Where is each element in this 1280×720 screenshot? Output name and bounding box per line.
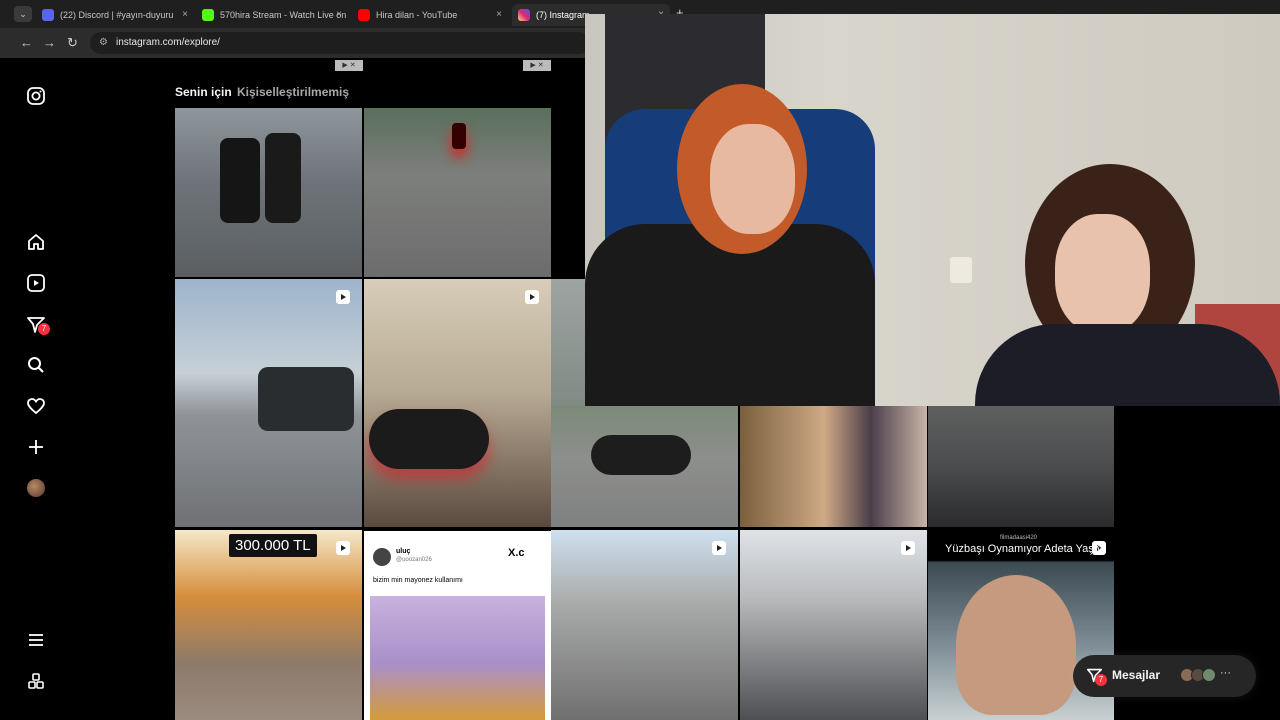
youtube-icon [358, 9, 370, 21]
reel-icon [336, 541, 350, 555]
tab-label: (7) Instagram [536, 10, 590, 20]
ad-badge[interactable]: ▶ ✕ [523, 60, 551, 71]
messages-label: Mesajlar [1112, 668, 1161, 682]
avatar [1202, 668, 1216, 682]
rider-image [265, 133, 301, 223]
reel-author: filmadaasi420 [1000, 535, 1038, 541]
motorcycle-image [369, 409, 489, 469]
url-text: instagram.com/explore/ [116, 37, 220, 48]
rider-image [452, 123, 466, 149]
post-tile-dress[interactable] [740, 405, 927, 527]
tweet-image [370, 596, 545, 720]
reels-icon[interactable] [26, 273, 46, 293]
profile-avatar[interactable] [27, 479, 45, 497]
tab-label: (22) Discord | #yayın-duyuru [60, 10, 174, 20]
wall-outlet-image [950, 257, 972, 283]
close-icon[interactable]: × [336, 4, 342, 26]
post-tile-tunnel-rider[interactable] [364, 108, 551, 277]
webcam-overlay [585, 14, 1280, 406]
person-right-image [975, 324, 1280, 406]
reel-icon [336, 290, 350, 304]
tweet-author: uluç [396, 548, 411, 555]
post-tile-sportbike-tunnel[interactable] [364, 279, 551, 527]
tab-youtube[interactable]: Hira dilan - YouTube × [352, 4, 508, 26]
motorcycle-image [591, 435, 691, 475]
menu-icon[interactable] [26, 630, 46, 650]
back-icon[interactable]: ← [20, 35, 33, 50]
search-icon[interactable] [26, 355, 46, 375]
tab-discord[interactable]: (22) Discord | #yayın-duyuru × [36, 4, 194, 26]
instagram-sidebar: 7 [10, 58, 62, 720]
post-tile-motorcycles-road[interactable] [175, 108, 362, 277]
ad-badge[interactable]: ▶ ✕ [335, 60, 363, 71]
tab-for-you[interactable]: Senin için [175, 85, 232, 99]
messages-button[interactable]: 7 Mesajlar ··· [1073, 655, 1256, 697]
create-icon[interactable] [26, 437, 46, 457]
site-info-icon[interactable]: ⚙ [99, 32, 108, 54]
post-tile-pov-ride[interactable] [740, 530, 927, 720]
tab-search-button[interactable]: ⌄ [14, 6, 32, 22]
tweet-text: bizim min mayonez kullanımı [373, 577, 463, 584]
reel-icon [525, 290, 539, 304]
discord-icon [42, 9, 54, 21]
price-label: 300.000 TL [229, 534, 317, 557]
reload-icon[interactable]: ↻ [67, 35, 78, 51]
avatar [373, 548, 391, 566]
instagram-logo-icon[interactable] [26, 86, 46, 106]
heart-icon[interactable] [26, 396, 46, 416]
tab-label: Hira dilan - YouTube [376, 10, 458, 20]
reel-icon [901, 541, 915, 555]
post-tile-dealership[interactable] [175, 530, 362, 720]
car-image [258, 367, 354, 431]
tab-kick[interactable]: 570hira Stream - Watch Live on × [196, 4, 348, 26]
reel-icon [712, 541, 726, 555]
face-image [956, 575, 1076, 715]
post-tile-group-ride[interactable] [551, 530, 738, 720]
face-image [710, 124, 795, 234]
post-tile-naked-bike[interactable] [551, 405, 738, 527]
tab-non-personalized[interactable]: Kişiselleştirilmemiş [237, 85, 349, 99]
tweet-handle: @uoozan026 [396, 557, 432, 563]
post-tile-woman-bike[interactable] [928, 405, 1114, 527]
message-count-badge: 7 [1095, 674, 1107, 686]
kick-icon [202, 9, 214, 21]
instagram-icon [518, 9, 530, 21]
face-image [1055, 214, 1150, 334]
url-field[interactable]: ⚙ instagram.com/explore/ [90, 32, 590, 54]
tab-label: 570hira Stream - Watch Live on [220, 10, 347, 20]
reel-caption: Yüzbaşı Oynamıyor Adeta Yaşıy [945, 543, 1103, 555]
close-icon[interactable]: × [182, 4, 188, 26]
home-icon[interactable] [26, 232, 46, 252]
close-icon[interactable]: × [496, 4, 502, 26]
post-tile-tweet[interactable]: uluç @uoozan026 X.c bizim min mayonez ku… [364, 531, 551, 720]
forward-icon[interactable]: → [43, 35, 56, 50]
apps-icon[interactable] [26, 671, 46, 691]
more-icon: ··· [1220, 667, 1231, 679]
post-tile-suv-highway[interactable] [175, 279, 362, 527]
x-logo-icon: X.c [508, 547, 525, 559]
rider-image [220, 138, 260, 223]
notification-badge: 7 [38, 323, 50, 335]
